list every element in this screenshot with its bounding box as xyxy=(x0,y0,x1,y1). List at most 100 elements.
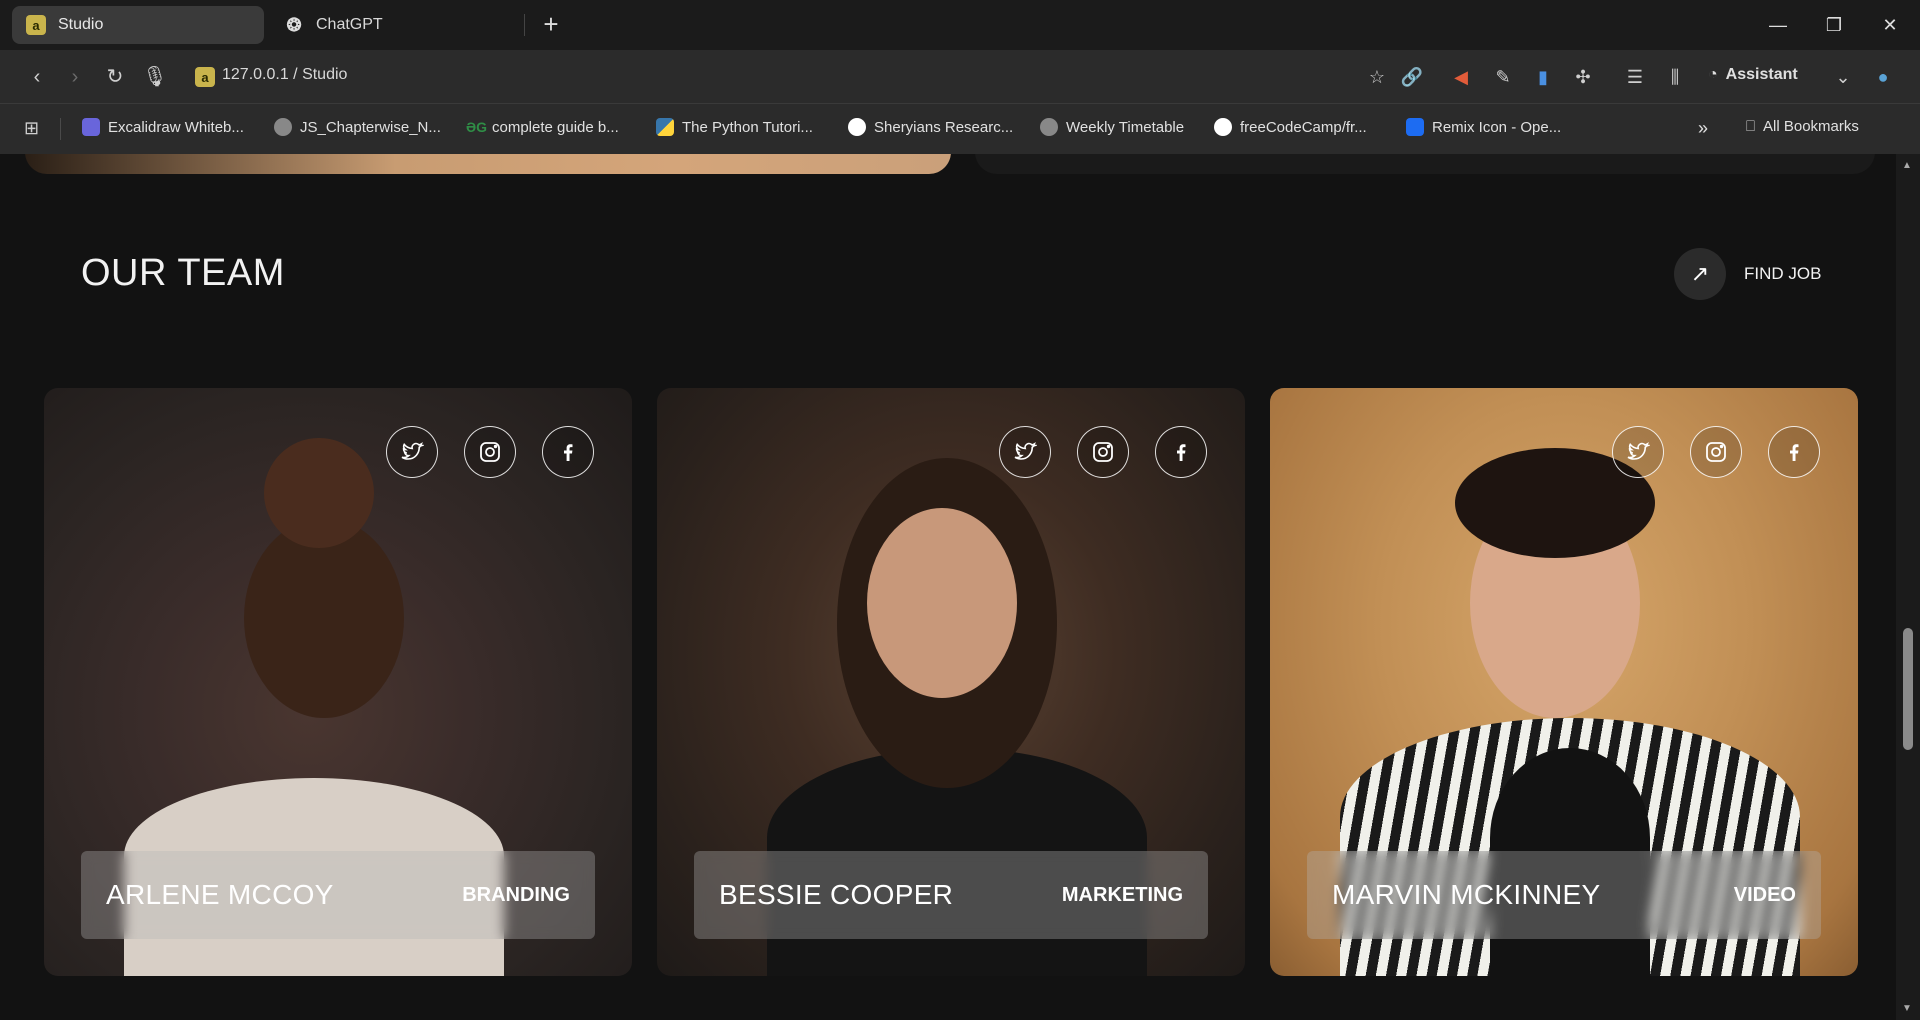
extension-megaphone-icon[interactable]: ◀ xyxy=(1448,64,1474,90)
bookmark-js-chapterwise[interactable]: JS_Chapterwise_N... xyxy=(274,118,441,136)
twitter-icon[interactable] xyxy=(999,426,1051,478)
github-icon xyxy=(1214,118,1232,136)
find-job-button[interactable]: ↗ FIND JOB xyxy=(1674,248,1821,300)
address-bar[interactable]: 127.0.0.1 / Studio xyxy=(222,66,347,84)
reload-button[interactable]: ↻ xyxy=(100,62,130,92)
tab-chatgpt[interactable]: ❂ ChatGPT xyxy=(270,6,522,44)
member-name: MARVIN MCKINNEY xyxy=(1332,879,1601,910)
social-links xyxy=(386,426,594,478)
twitter-icon[interactable] xyxy=(386,426,438,478)
minimize-button[interactable]: — xyxy=(1758,10,1798,40)
all-bookmarks-button[interactable]: ⎕ All Bookmarks xyxy=(1746,118,1859,135)
bookmark-weekly-timetable[interactable]: Weekly Timetable xyxy=(1040,118,1184,136)
assistant-button[interactable]: ◔ Assistant xyxy=(1708,66,1798,84)
bookmark-label: freeCodeCamp/fr... xyxy=(1240,118,1367,136)
profile-avatar-icon[interactable]: ● xyxy=(1870,64,1896,90)
bookmark-label: The Python Tutori... xyxy=(682,118,813,136)
remix-icon xyxy=(1406,118,1424,136)
bookmarks-divider xyxy=(60,118,61,140)
social-links xyxy=(1612,426,1820,478)
member-nameplate: BESSIE COOPER MARKETING xyxy=(694,851,1208,939)
member-name: ARLENE MCCOY xyxy=(106,879,334,910)
tab-studio[interactable]: a Studio xyxy=(12,6,264,44)
extensions-icon[interactable]: ✣ xyxy=(1570,64,1596,90)
bookmark-star-icon[interactable]: ☆ xyxy=(1364,64,1390,90)
facebook-icon[interactable] xyxy=(1768,426,1820,478)
restore-button[interactable]: ❐ xyxy=(1814,10,1854,40)
bookmark-complete-guide[interactable]: ƏG complete guide b... xyxy=(466,118,619,136)
team-card[interactable]: MARVIN MCKINNEY VIDEO xyxy=(1270,388,1858,976)
close-window-button[interactable]: ✕ xyxy=(1870,10,1910,40)
bookmark-remix-icon[interactable]: Remix Icon - Ope... xyxy=(1406,118,1561,136)
member-role: VIDEO xyxy=(1733,883,1796,906)
previous-section-image xyxy=(25,154,951,174)
assistant-icon: ◔ xyxy=(1708,66,1718,83)
globe-icon xyxy=(1040,118,1058,136)
instagram-icon[interactable] xyxy=(464,426,516,478)
bookmarks-bar: ⊞ Excalidraw Whiteb... JS_Chapterwise_N.… xyxy=(0,104,1920,154)
bookmark-label: Weekly Timetable xyxy=(1066,118,1185,136)
audio-wave-icon[interactable]: ⫼ xyxy=(1662,64,1688,90)
person-photo-head xyxy=(244,518,404,718)
bookmark-label: complete guide b... xyxy=(492,118,619,136)
facebook-icon[interactable] xyxy=(1155,426,1207,478)
browser-titlebar: a Studio ❂ ChatGPT + — ❐ ✕ xyxy=(0,0,1920,50)
new-tab-button[interactable]: + xyxy=(536,10,566,40)
back-button[interactable]: ‹ xyxy=(22,62,52,92)
member-name: BESSIE COOPER xyxy=(719,879,954,910)
bookmark-label: Excalidraw Whiteb... xyxy=(108,118,244,136)
instagram-icon[interactable] xyxy=(1690,426,1742,478)
section-title: OUR TEAM xyxy=(81,252,285,294)
scroll-down-icon[interactable]: ▼ xyxy=(1902,1003,1912,1014)
member-role: BRANDING xyxy=(462,883,570,906)
find-job-label: FIND JOB xyxy=(1744,264,1822,283)
clipboard-extension-icon[interactable]: ▮ xyxy=(1530,64,1556,90)
arrow-up-right-icon: ↗ xyxy=(1674,248,1726,300)
more-bookmarks-icon[interactable]: » xyxy=(1698,118,1708,139)
geeksforgeeks-icon: ƏG xyxy=(466,119,488,135)
bookmark-sheryians[interactable]: Sheryians Researc... xyxy=(848,118,1013,136)
bookmark-excalidraw[interactable]: Excalidraw Whiteb... xyxy=(82,118,244,136)
globe-icon xyxy=(274,118,292,136)
facebook-icon[interactable] xyxy=(542,426,594,478)
person-photo-hair xyxy=(264,438,374,548)
forward-button[interactable]: › xyxy=(60,62,90,92)
bookmark-label: Sheryians Researc... xyxy=(874,118,1014,136)
bookmark-folder-icon: ⎕ xyxy=(1746,118,1756,135)
scrollbar-thumb[interactable] xyxy=(1903,628,1913,750)
all-bookmarks-label: All Bookmarks xyxy=(1763,118,1859,135)
tab-label: Studio xyxy=(58,16,104,33)
microphone-icon[interactable]: 🎙 xyxy=(140,62,170,92)
excalidraw-icon xyxy=(82,118,100,136)
tab-divider xyxy=(524,14,525,36)
previous-section-card xyxy=(975,154,1875,174)
bookmark-label: Remix Icon - Ope... xyxy=(1432,118,1562,136)
studio-favicon-icon: a xyxy=(26,15,46,35)
bookmark-freecodecamp[interactable]: freeCodeCamp/fr... xyxy=(1214,118,1367,136)
chevron-down-icon[interactable]: ⌄ xyxy=(1830,64,1856,90)
apps-grid-icon[interactable]: ⊞ xyxy=(24,118,39,139)
member-nameplate: MARVIN MCKINNEY VIDEO xyxy=(1307,851,1821,939)
bookmark-label: JS_Chapterwise_N... xyxy=(300,118,441,136)
instagram-icon[interactable] xyxy=(1077,426,1129,478)
link-icon[interactable]: 🔗 xyxy=(1399,64,1425,90)
team-card[interactable]: BESSIE COOPER MARKETING xyxy=(657,388,1245,976)
browser-toolbar: ‹ › ↻ 🎙 a 127.0.0.1 / Studio ☆ 🔗 ◀ ✎ ▮ ✣… xyxy=(0,50,1920,104)
member-nameplate: ARLENE MCCOY BRANDING xyxy=(81,851,595,939)
tab-label: ChatGPT xyxy=(316,16,383,33)
python-icon xyxy=(656,118,674,136)
assistant-label: Assistant xyxy=(1725,66,1798,83)
page-content: OUR TEAM ↗ FIND JOB ARLENE MCCOY BRANDIN… xyxy=(0,154,1896,1020)
scroll-up-icon[interactable]: ▲ xyxy=(1902,160,1912,171)
sheryians-icon xyxy=(848,118,866,136)
site-favicon-icon: a xyxy=(195,67,215,87)
bookmark-python-tutorial[interactable]: The Python Tutori... xyxy=(656,118,813,136)
page-scrollbar[interactable]: ▲ ▼ xyxy=(1896,154,1920,1020)
social-links xyxy=(999,426,1207,478)
twitter-icon[interactable] xyxy=(1612,426,1664,478)
reading-list-icon[interactable]: ☰ xyxy=(1622,64,1648,90)
person-photo-head xyxy=(867,508,1017,698)
member-role: MARKETING xyxy=(1061,883,1183,906)
team-card[interactable]: ARLENE MCCOY BRANDING xyxy=(44,388,632,976)
color-picker-icon[interactable]: ✎ xyxy=(1490,64,1516,90)
